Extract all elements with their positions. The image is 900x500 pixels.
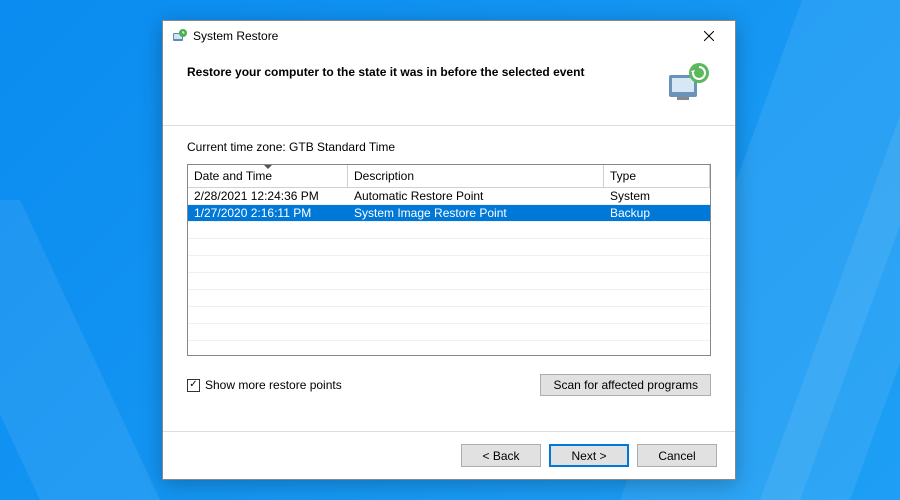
table-row[interactable]: 1/27/2020 2:16:11 PM System Image Restor… — [188, 205, 710, 222]
back-button[interactable]: < Back — [461, 444, 541, 467]
table-row-empty — [188, 290, 710, 307]
cell-type: System — [604, 188, 710, 204]
table-row-empty — [188, 256, 710, 273]
table-row-empty — [188, 273, 710, 290]
system-restore-icon — [171, 28, 187, 44]
window-title: System Restore — [193, 29, 689, 43]
table-row-empty — [188, 239, 710, 256]
cell-description: Automatic Restore Point — [348, 188, 604, 204]
column-header-description[interactable]: Description — [348, 165, 604, 187]
next-button[interactable]: Next > — [549, 444, 629, 467]
cell-type: Backup — [604, 205, 710, 221]
timezone-label: Current time zone: GTB Standard Time — [187, 140, 711, 154]
content-area: Current time zone: GTB Standard Time Dat… — [163, 126, 735, 431]
wizard-footer: < Back Next > Cancel — [163, 431, 735, 479]
header-instruction: Restore your computer to the state it wa… — [187, 59, 663, 79]
column-header-description-label: Description — [354, 169, 414, 183]
cell-date: 2/28/2021 12:24:36 PM — [188, 188, 348, 204]
show-more-label: Show more restore points — [205, 378, 342, 392]
table-row-empty — [188, 324, 710, 341]
table-row-empty — [188, 222, 710, 239]
column-header-type-label: Type — [610, 169, 636, 183]
cancel-button[interactable]: Cancel — [637, 444, 717, 467]
sort-descending-icon — [264, 165, 272, 169]
column-header-type[interactable]: Type — [604, 165, 710, 187]
titlebar: System Restore — [163, 21, 735, 51]
table-body: 2/28/2021 12:24:36 PM Automatic Restore … — [188, 188, 710, 356]
column-header-date-label: Date and Time — [194, 169, 272, 183]
close-button[interactable] — [689, 22, 729, 50]
table-header: Date and Time Description Type — [188, 165, 710, 188]
restore-points-table: Date and Time Description Type 2/28/2021… — [187, 164, 711, 356]
scan-affected-programs-button[interactable]: Scan for affected programs — [540, 374, 711, 396]
show-more-checkbox[interactable]: ✓ Show more restore points — [187, 378, 342, 392]
column-header-date[interactable]: Date and Time — [188, 165, 348, 187]
checkbox-icon: ✓ — [187, 379, 200, 392]
header-section: Restore your computer to the state it wa… — [163, 51, 735, 126]
restore-large-icon — [663, 59, 711, 107]
system-restore-dialog: System Restore Restore your computer to … — [162, 20, 736, 480]
table-row[interactable]: 2/28/2021 12:24:36 PM Automatic Restore … — [188, 188, 710, 205]
table-row-empty — [188, 307, 710, 324]
cell-date: 1/27/2020 2:16:11 PM — [188, 205, 348, 221]
close-icon — [704, 31, 714, 41]
cell-description: System Image Restore Point — [348, 205, 604, 221]
below-table-row: ✓ Show more restore points Scan for affe… — [187, 374, 711, 396]
